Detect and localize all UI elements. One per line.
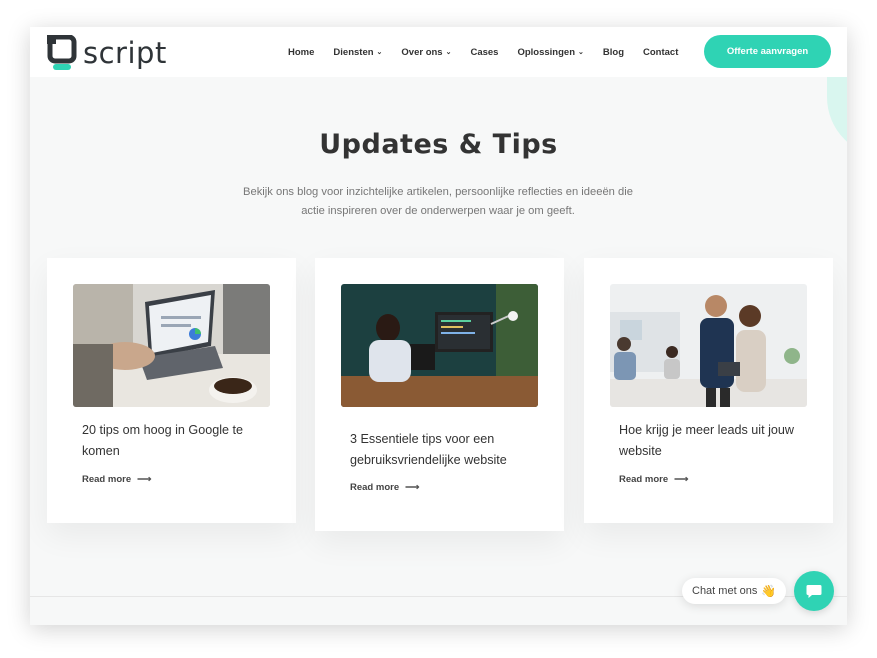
- chat-button[interactable]: [794, 571, 834, 611]
- nav-item-home[interactable]: Home: [288, 47, 314, 58]
- nav-item-blog[interactable]: Blog: [603, 47, 624, 58]
- chevron-down-icon: ⌄: [578, 49, 584, 56]
- nav-label: Diensten: [333, 46, 374, 58]
- nav-label: Blog: [602, 46, 624, 58]
- arrow-right-icon: ⟶: [137, 474, 152, 485]
- arrow-right-icon: ⟶: [405, 482, 420, 493]
- page-title: Updates & Tips: [319, 129, 558, 160]
- nav-item-cases[interactable]: Cases: [470, 47, 498, 58]
- read-more-label: Read more: [82, 474, 132, 485]
- nav-label: Cases: [470, 46, 499, 58]
- waving-hand-icon: 👋: [761, 584, 777, 598]
- laptop-analytics-photo[interactable]: [73, 284, 270, 407]
- chat-label: Chat met ons: [692, 585, 758, 597]
- read-more-link[interactable]: Read more ⟶: [350, 482, 419, 493]
- browser-page: script Home Diensten ⌄ Over ons ⌄ Cases …: [30, 27, 847, 625]
- arrow-right-icon: ⟶: [674, 474, 689, 485]
- read-more-label: Read more: [350, 482, 400, 493]
- nav-item-over-ons[interactable]: Over ons ⌄: [401, 47, 451, 58]
- logo-wordmark: script: [83, 35, 167, 70]
- main-nav: Home Diensten ⌄ Over ons ⌄ Cases Oplossi…: [288, 27, 697, 77]
- developer-desk-photo[interactable]: [341, 284, 538, 407]
- business-people-tablet-photo[interactable]: [610, 284, 807, 407]
- read-more-label: Read more: [619, 474, 669, 485]
- chat-label-bubble[interactable]: Chat met ons 👋: [682, 578, 787, 604]
- blog-card[interactable]: Hoe krijg je meer leads uit jouw website…: [584, 258, 833, 523]
- chat-icon: [806, 585, 822, 598]
- nav-item-oplossingen[interactable]: Oplossingen ⌄: [517, 47, 583, 58]
- nav-label: Oplossingen: [517, 46, 576, 58]
- nav-item-contact[interactable]: Contact: [643, 47, 678, 58]
- site-logo[interactable]: script: [47, 33, 167, 73]
- nav-item-diensten[interactable]: Diensten ⌄: [333, 47, 382, 58]
- logo-mark-icon: [47, 35, 77, 70]
- blog-card-title[interactable]: 20 tips om hoog in Google te komen: [82, 420, 272, 462]
- read-more-link[interactable]: Read more ⟶: [619, 474, 688, 485]
- request-quote-button[interactable]: Offerte aanvragen: [704, 35, 831, 68]
- nav-label: Over ons: [401, 46, 443, 58]
- nav-label: Contact: [643, 46, 679, 58]
- page-description: Bekijk ons blog voor inzichtelijke artik…: [243, 186, 633, 217]
- chevron-down-icon: ⌄: [445, 49, 452, 56]
- read-more-link[interactable]: Read more ⟶: [82, 474, 151, 485]
- site-header: script Home Diensten ⌄ Over ons ⌄ Cases …: [30, 27, 847, 77]
- blog-card[interactable]: 20 tips om hoog in Google te komen Read …: [47, 258, 296, 523]
- blog-card-title[interactable]: Hoe krijg je meer leads uit jouw website: [619, 420, 809, 462]
- blog-card[interactable]: 3 Essentiele tips voor een gebruiksvrien…: [315, 258, 564, 531]
- blog-card-title[interactable]: 3 Essentiele tips voor een gebruiksvrien…: [350, 429, 540, 471]
- chevron-down-icon: ⌄: [376, 49, 383, 56]
- nav-label: Home: [288, 46, 315, 58]
